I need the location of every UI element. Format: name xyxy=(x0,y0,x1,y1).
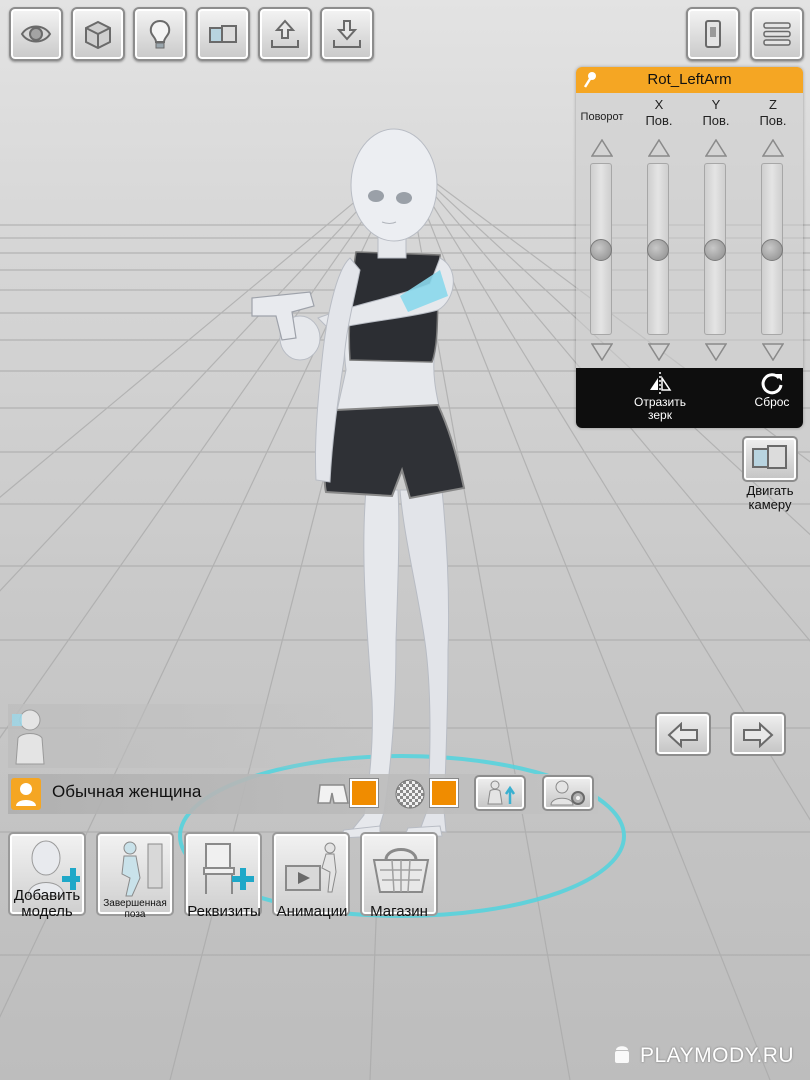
props-label: Реквизиты xyxy=(187,903,261,920)
column-header-y-label: Пов. xyxy=(702,113,730,128)
download-button[interactable] xyxy=(320,7,374,61)
column-header-x: X Пов. xyxy=(633,97,685,129)
animations-label: Анимации xyxy=(276,903,348,920)
model-thumbnail-icon[interactable] xyxy=(10,706,46,766)
lightbulb-icon xyxy=(149,19,171,49)
pose-up-button[interactable] xyxy=(474,775,526,811)
pin-icon xyxy=(583,72,596,88)
user-icon[interactable] xyxy=(11,778,41,810)
mirror-button[interactable]: Отразить зерк xyxy=(620,368,700,422)
upload-icon xyxy=(271,19,299,48)
finished-pose-label-1: Завершенная xyxy=(103,898,167,909)
model-thumbnail-bar[interactable] xyxy=(8,704,368,768)
column-header-rotation: Поворот xyxy=(576,97,628,125)
clothing-icon[interactable] xyxy=(316,779,350,809)
camera-move-icon xyxy=(752,445,787,469)
model-settings-button[interactable] xyxy=(542,775,594,811)
add-model-label: Добавить модель xyxy=(4,888,90,920)
mirror-icon xyxy=(650,372,672,394)
clothing-color-swatch[interactable] xyxy=(350,779,378,807)
arrow-up-icon[interactable] xyxy=(648,139,670,157)
arrow-down-icon[interactable] xyxy=(762,343,784,361)
slider-knob[interactable] xyxy=(590,239,612,261)
move-camera-label: Двигать камеру xyxy=(732,484,808,512)
watermark-text: PLAYMODY.RU xyxy=(640,1044,795,1067)
column-header-rotation-top xyxy=(576,97,628,109)
rotation-panel-header: Rot_LeftArm xyxy=(576,67,803,93)
rotation-slider[interactable] xyxy=(577,137,627,367)
eye-view-button[interactable] xyxy=(9,7,63,61)
column-header-y-axis: Y xyxy=(711,97,721,112)
rotation-panel-footer: Отразить зерк Сброс xyxy=(576,368,803,428)
finished-pose-label-2: поза xyxy=(124,909,146,920)
model-name: Обычная женщина xyxy=(52,782,202,801)
column-header-y: Y Пов. xyxy=(690,97,742,129)
camera-move-button[interactable] xyxy=(196,7,250,61)
next-button[interactable] xyxy=(730,712,786,756)
texture-color-swatch[interactable] xyxy=(430,779,458,807)
camera-move-icon xyxy=(209,25,237,43)
arrow-down-icon[interactable] xyxy=(648,343,670,361)
finished-pose-icon xyxy=(121,841,163,897)
film-animation-icon xyxy=(285,842,337,893)
phone-icon xyxy=(705,20,721,48)
light-button[interactable] xyxy=(133,7,187,61)
y-rotation-slider[interactable] xyxy=(691,137,741,367)
arrow-up-icon[interactable] xyxy=(591,139,613,157)
mirror-label-2: зерк xyxy=(648,408,672,422)
z-rotation-slider[interactable] xyxy=(748,137,798,367)
column-header-rotation-label: Поворот xyxy=(580,111,624,123)
bone-name: Rot_LeftArm xyxy=(647,71,732,88)
slider-knob[interactable] xyxy=(647,239,669,261)
shop-label: Магазин xyxy=(370,903,428,920)
column-header-z-axis: Z xyxy=(769,97,777,112)
reset-label: Сброс xyxy=(754,395,790,409)
x-rotation-slider[interactable] xyxy=(634,137,684,367)
previous-button[interactable] xyxy=(655,712,711,756)
column-header-z: Z Пов. xyxy=(747,97,799,129)
slider-knob[interactable] xyxy=(704,239,726,261)
download-icon xyxy=(333,20,361,48)
user-settings-icon xyxy=(550,780,585,806)
cube-icon xyxy=(85,20,111,50)
add-model-label-2: модель xyxy=(21,903,73,920)
model-bar: Обычная женщина xyxy=(8,774,598,814)
chair-add-icon xyxy=(203,843,254,894)
arrow-up-icon[interactable] xyxy=(762,139,784,157)
android-icon xyxy=(615,1046,629,1063)
cube-button[interactable] xyxy=(71,7,125,61)
pose-up-icon xyxy=(487,780,516,805)
eye-icon xyxy=(20,25,52,43)
move-camera-label-2: камеру xyxy=(748,497,792,512)
menu-icon xyxy=(763,22,791,46)
move-camera-button[interactable] xyxy=(742,436,798,482)
add-model-label-1: Добавить xyxy=(13,887,81,904)
person-icon xyxy=(16,783,36,806)
rotation-panel: Rot_LeftArm Поворот X Пов. Y Пов. Z Пов. xyxy=(576,67,803,428)
texture-icon[interactable] xyxy=(394,778,426,810)
arrow-right-icon xyxy=(743,722,774,748)
reset-button[interactable]: Сброс xyxy=(742,368,802,409)
arrow-up-icon[interactable] xyxy=(705,139,727,157)
column-header-z-label: Пов. xyxy=(759,113,787,128)
move-camera-label-1: Двигать xyxy=(746,483,794,498)
arrow-down-icon[interactable] xyxy=(705,343,727,361)
arrow-down-icon[interactable] xyxy=(591,343,613,361)
column-header-x-label: Пов. xyxy=(645,113,673,128)
phone-button[interactable] xyxy=(686,7,740,61)
upload-button[interactable] xyxy=(258,7,312,61)
menu-button[interactable] xyxy=(750,7,804,61)
basket-icon xyxy=(372,848,430,893)
arrow-left-icon xyxy=(667,722,698,748)
slider-knob[interactable] xyxy=(761,239,783,261)
reset-icon xyxy=(761,373,783,395)
column-header-x-axis: X xyxy=(654,97,664,112)
finished-pose-label: Завершенная поза xyxy=(94,898,176,920)
